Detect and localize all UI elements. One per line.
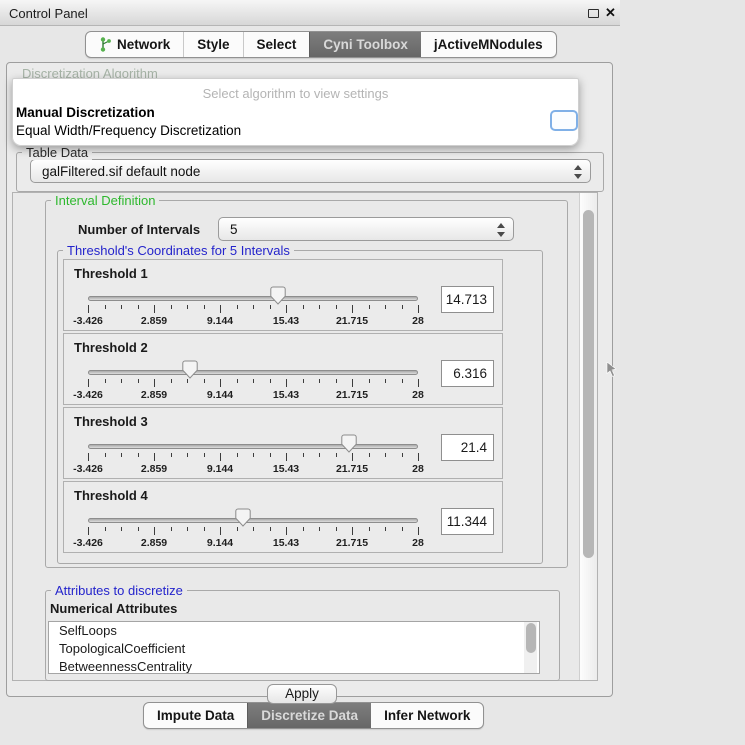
algorithm-popup-hint: Select algorithm to view settings — [13, 86, 578, 101]
slider-track[interactable] — [88, 518, 418, 523]
right-region: GAL80 GA C GAL11 GAL4 GCY1 H HAP2 Table … — [620, 0, 745, 745]
threshold-value-field[interactable]: 21.4 — [441, 434, 494, 461]
number-of-intervals-label: Number of Intervals — [78, 222, 200, 237]
algorithm-dropdown-popup: Select algorithm to view settings Manual… — [12, 78, 579, 146]
interval-definition-title: Interval Definition — [51, 193, 159, 208]
tab-network[interactable]: Network — [86, 32, 183, 57]
thresholds-container: Threshold 1 -3.4262.8599.14415.4321.7152… — [62, 259, 505, 557]
list-item[interactable]: SelfLoops — [49, 622, 539, 640]
combo-stepper-icon — [496, 222, 507, 238]
list-item[interactable]: BetweennessCentrality — [49, 658, 539, 674]
control-panel: Control Panel ✕ Network Style Select Cyn… — [0, 0, 620, 745]
top-tab-bar: Network Style Select Cyni Toolbox jActiv… — [85, 31, 557, 58]
control-panel-titlebar: Control Panel ✕ — [0, 0, 620, 26]
tab-discretize-data[interactable]: Discretize Data — [247, 703, 371, 728]
algorithm-combo-focus-fragment[interactable] — [550, 110, 578, 131]
slider-tick-labels: -3.4262.8599.14415.4321.71528 — [88, 315, 418, 327]
slider-tick-labels: -3.4262.8599.14415.4321.71528 — [88, 389, 418, 401]
algorithm-option-manual[interactable]: Manual Discretization — [16, 105, 155, 120]
threshold-value-field[interactable]: 6.316 — [441, 360, 494, 387]
tab-infer-network[interactable]: Infer Network — [371, 703, 483, 728]
number-of-intervals-combobox[interactable]: 5 — [218, 217, 514, 241]
attributes-scrollbar-thumb[interactable] — [526, 623, 536, 653]
slider-ticks — [88, 305, 418, 315]
slider-thumb[interactable] — [235, 508, 251, 527]
float-window-icon[interactable] — [588, 9, 599, 18]
threshold-label: Threshold 4 — [74, 488, 148, 503]
close-icon[interactable]: ✕ — [605, 5, 616, 21]
slider-ticks — [88, 453, 418, 463]
slider-thumb[interactable] — [182, 360, 198, 379]
slider-track[interactable] — [88, 444, 418, 449]
slider-thumb[interactable] — [270, 286, 286, 305]
panel-title: Control Panel — [9, 6, 88, 21]
apply-button[interactable]: Apply — [267, 684, 337, 704]
threshold-row: Threshold 2 -3.4262.8599.14415.4321.7152… — [63, 333, 503, 405]
threshold-value-field[interactable]: 11.344 — [441, 508, 494, 535]
mouse-cursor — [606, 362, 618, 377]
table-data-value: galFiltered.sif default node — [42, 164, 200, 179]
tab-impute-data[interactable]: Impute Data — [144, 703, 247, 728]
tab-style[interactable]: Style — [183, 32, 242, 57]
network-icon — [99, 37, 112, 52]
table-data-combobox[interactable]: galFiltered.sif default node — [30, 159, 591, 183]
tab-select[interactable]: Select — [243, 32, 310, 57]
table-data-group-title: Table Data — [22, 145, 92, 160]
threshold-value-field[interactable]: 14.713 — [441, 286, 494, 313]
number-of-intervals-value: 5 — [230, 222, 238, 237]
slider-track[interactable] — [88, 370, 418, 375]
slider-track[interactable] — [88, 296, 418, 301]
vertical-scrollbar-thumb[interactable] — [583, 210, 594, 558]
numerical-attributes-list: SelfLoops TopologicalCoefficient Between… — [48, 621, 540, 674]
threshold-row: Threshold 4 -3.4262.8599.14415.4321.7152… — [63, 481, 503, 553]
threshold-row: Threshold 3 -3.4262.8599.14415.4321.7152… — [63, 407, 503, 479]
slider-thumb[interactable] — [341, 434, 357, 453]
algorithm-option-equal-width[interactable]: Equal Width/Frequency Discretization — [16, 123, 241, 138]
threshold-label: Threshold 1 — [74, 266, 148, 281]
tab-jactivemnodules[interactable]: jActiveMNodules — [421, 32, 556, 57]
slider-ticks — [88, 527, 418, 537]
attributes-group-title: Attributes to discretize — [51, 583, 187, 598]
thresholds-group-title: Threshold's Coordinates for 5 Intervals — [63, 243, 294, 258]
threshold-label: Threshold 3 — [74, 414, 148, 429]
list-item[interactable]: TopologicalCoefficient — [49, 640, 539, 658]
slider-tick-labels: -3.4262.8599.14415.4321.71528 — [88, 463, 418, 475]
slider-tick-labels: -3.4262.8599.14415.4321.71528 — [88, 537, 418, 549]
bottom-tab-bar: Impute Data Discretize Data Infer Networ… — [143, 702, 484, 729]
tab-cyni-toolbox[interactable]: Cyni Toolbox — [309, 32, 421, 57]
combo-stepper-icon — [573, 164, 584, 180]
slider-ticks — [88, 379, 418, 389]
threshold-label: Threshold 2 — [74, 340, 148, 355]
threshold-row: Threshold 1 -3.4262.8599.14415.4321.7152… — [63, 259, 503, 331]
numerical-attributes-label: Numerical Attributes — [50, 601, 177, 616]
